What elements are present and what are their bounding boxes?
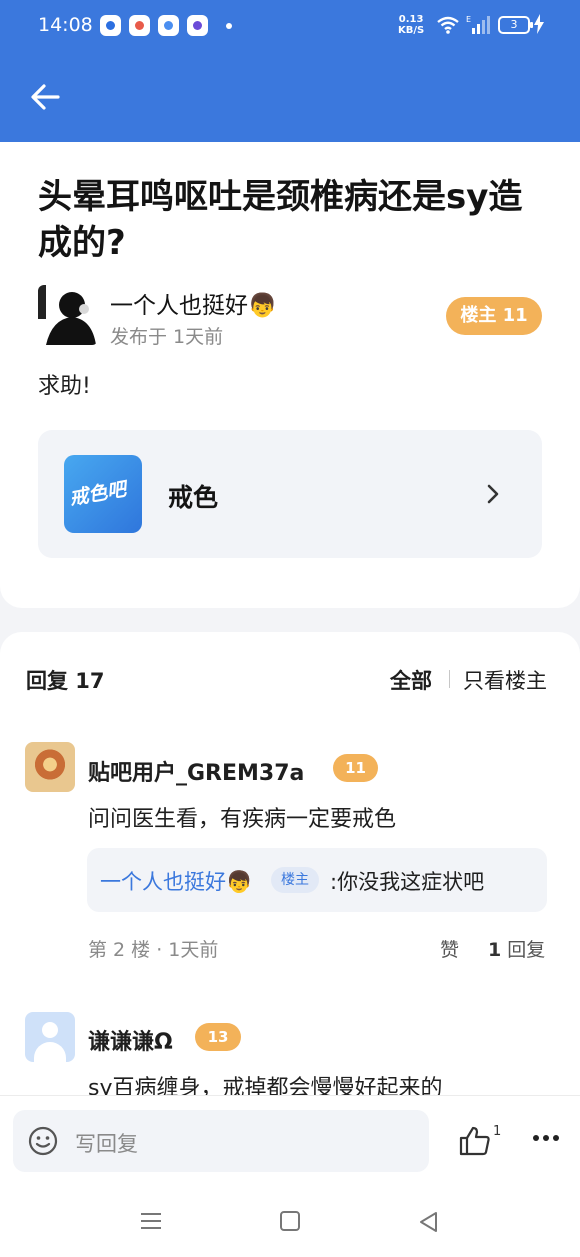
app-header bbox=[0, 52, 580, 142]
filter-all-button[interactable]: 全部 bbox=[390, 665, 432, 695]
reply-button-label: 回复 bbox=[507, 939, 546, 961]
home-icon[interactable] bbox=[280, 1211, 300, 1231]
more-notifications-dot bbox=[226, 22, 232, 29]
like-button[interactable]: 赞 bbox=[440, 935, 459, 962]
forum-logo: 戒色吧 bbox=[64, 455, 142, 533]
reply-input[interactable]: 写回复 bbox=[13, 1110, 429, 1172]
op-tag: 楼主 bbox=[271, 867, 319, 893]
user-level-badge: 11 bbox=[333, 754, 378, 782]
app-notification-icon bbox=[100, 15, 121, 36]
emoji-icon[interactable] bbox=[28, 1126, 58, 1156]
battery-icon: 3 bbox=[498, 16, 533, 34]
forum-name: 戒色 bbox=[168, 483, 219, 512]
post-time: 发布于 1天前 bbox=[110, 326, 224, 348]
status-time: 14:08 bbox=[38, 14, 93, 36]
reply-placeholder: 写回复 bbox=[75, 1132, 138, 1156]
thumbs-up-icon[interactable] bbox=[459, 1126, 491, 1156]
post-card: 头晕耳鸣呕吐是颈椎病还是sy造成的? 一个人也挺好👦 发布于 1天前 楼主 11… bbox=[0, 142, 580, 608]
forum-logo-text: 戒色吧 bbox=[67, 478, 128, 510]
app-notification-icon bbox=[158, 15, 179, 36]
wifi-icon bbox=[437, 16, 459, 34]
svg-text:E: E bbox=[466, 15, 471, 24]
default-avatar-icon[interactable] bbox=[25, 1012, 75, 1062]
chevron-right-icon bbox=[487, 484, 499, 504]
replies-section: 回复 17 全部 只看楼主 贴吧用户_GREM37a 11 问问医生看，有疾病一… bbox=[0, 632, 580, 1102]
back-arrow-icon[interactable] bbox=[26, 80, 64, 114]
sub-reply-text: :你没我这症状吧 bbox=[330, 870, 485, 894]
more-options-icon[interactable] bbox=[532, 1134, 560, 1142]
app-notification-icon bbox=[187, 15, 208, 36]
network-speed-value: 0.13 bbox=[398, 14, 424, 25]
reply-username[interactable]: 谦谦谦Ω bbox=[88, 1024, 173, 1056]
status-bar: 14:08 0.13 KB/S E 3 bbox=[0, 0, 580, 52]
reply-avatar[interactable] bbox=[25, 742, 75, 792]
like-count: 1 bbox=[493, 1124, 502, 1139]
reply-meta: 第 2 楼 · 1天前 bbox=[88, 939, 219, 961]
network-speed: 0.13 KB/S bbox=[398, 14, 424, 36]
notification-icons bbox=[100, 15, 232, 36]
menu-icon[interactable] bbox=[140, 1211, 162, 1231]
sub-reply-box[interactable]: 一个人也挺好👦 楼主 :你没我这症状吧 bbox=[87, 848, 547, 912]
reply-count: 1 bbox=[488, 939, 502, 961]
replies-count: 回复 17 bbox=[26, 669, 105, 693]
sub-reply-author[interactable]: 一个人也挺好👦 bbox=[100, 866, 252, 896]
op-level-badge: 楼主 11 bbox=[446, 297, 542, 335]
filter-op-only-button[interactable]: 只看楼主 bbox=[463, 665, 547, 695]
charging-icon bbox=[534, 14, 544, 34]
user-level-badge: 13 bbox=[195, 1023, 241, 1051]
reply-button[interactable]: 1 回复 bbox=[488, 935, 545, 962]
nav-back-icon[interactable] bbox=[418, 1211, 440, 1233]
silhouette-image bbox=[38, 285, 98, 345]
system-nav-bar bbox=[0, 1187, 580, 1257]
author-avatar[interactable] bbox=[38, 285, 98, 345]
author-name[interactable]: 一个人也挺好👦 bbox=[110, 286, 277, 320]
reply-text: 问问医生看，有疾病一定要戒色 bbox=[88, 807, 397, 832]
network-speed-unit: KB/S bbox=[398, 25, 425, 36]
filter-divider bbox=[449, 670, 450, 688]
app-notification-icon bbox=[129, 15, 150, 36]
post-body: 求助! bbox=[38, 374, 91, 399]
forum-link-card[interactable]: 戒色吧 戒色 bbox=[38, 430, 542, 558]
post-title: 头晕耳鸣呕吐是颈椎病还是sy造成的? bbox=[38, 177, 523, 263]
reply-username[interactable]: 贴吧用户_GREM37a bbox=[88, 755, 304, 787]
signal-icon: E bbox=[466, 15, 490, 34]
bottom-action-bar: 写回复 1 bbox=[0, 1095, 580, 1187]
